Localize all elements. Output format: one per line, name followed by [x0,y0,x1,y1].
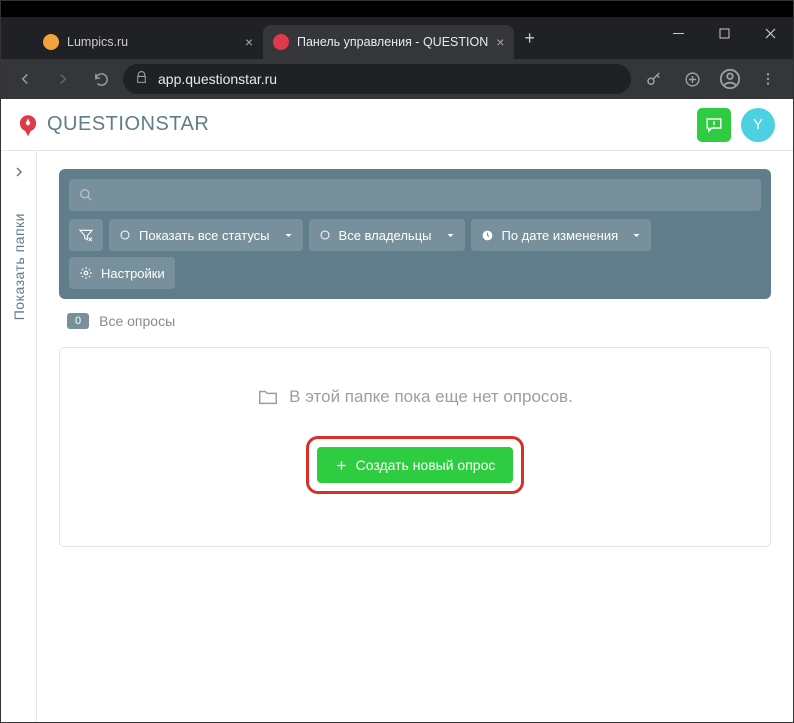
circle-icon [119,229,131,241]
caret-down-icon [446,231,455,240]
filter-settings-button[interactable]: Настройки [69,257,175,289]
owner-filter-label: Все владельцы [339,228,432,243]
caret-down-icon [284,231,293,240]
maximize-button[interactable] [701,17,747,49]
plus-icon [335,459,348,472]
filter-off-icon [78,227,94,243]
close-window-button[interactable] [747,17,793,49]
survey-count-badge: 0 [67,313,89,329]
address-bar[interactable]: app.questionstar.ru [123,64,631,94]
owner-filter[interactable]: Все владельцы [309,219,465,251]
extensions-icon[interactable] [675,62,709,96]
gear-icon [79,266,93,280]
logo[interactable]: QUESTIONSTAR [15,112,209,138]
browser-tab-strip: Lumpics.ru × Панель управления - QUESTIO… [1,17,793,59]
new-tab-button[interactable]: + [514,28,545,49]
menu-icon[interactable] [751,62,785,96]
create-survey-button[interactable]: Создать новый опрос [317,447,514,483]
app-header: QUESTIONSTAR Y [1,99,793,151]
reload-button[interactable] [85,63,117,95]
folder-header: 0 Все опросы [59,299,771,337]
search-row[interactable] [69,179,761,211]
key-icon[interactable] [637,62,671,96]
url-text: app.questionstar.ru [158,71,277,87]
sidebar-rail: Показать папки [1,151,37,722]
chat-icon [705,116,723,134]
tab-title: Панель управления - QUESTION [297,35,488,49]
avatar[interactable]: Y [741,108,775,142]
back-button[interactable] [9,63,41,95]
chevron-right-icon [13,166,25,178]
profile-icon[interactable] [713,62,747,96]
favicon [273,34,289,50]
expand-sidebar-button[interactable] [7,159,31,189]
folder-name: Все опросы [99,313,175,329]
filter-panel: Показать все статусы Все владельцы По да… [59,169,771,299]
window-titlebar [1,1,793,17]
search-input[interactable] [101,188,751,203]
empty-state: В этой папке пока еще нет опросов. Созда… [59,347,771,547]
status-filter[interactable]: Показать все статусы [109,219,303,251]
status-filter-label: Показать все статусы [139,228,270,243]
clock-icon [481,229,494,242]
forward-button[interactable] [47,63,79,95]
sidebar-label[interactable]: Показать папки [11,213,27,320]
browser-tab[interactable]: Lumpics.ru × [33,25,263,59]
clear-filters-button[interactable] [69,219,103,251]
minimize-button[interactable] [655,17,701,49]
favicon [43,34,59,50]
sort-filter-label: По дате изменения [502,228,619,243]
logo-icon [15,112,41,138]
main-content: Показать все статусы Все владельцы По да… [37,151,793,722]
lock-icon [135,71,148,87]
caret-down-icon [632,231,641,240]
close-tab-icon[interactable]: × [496,34,504,50]
highlight-frame: Создать новый опрос [306,436,525,494]
feedback-button[interactable] [697,108,731,142]
sort-filter[interactable]: По дате изменения [471,219,652,251]
empty-text: В этой папке пока еще нет опросов. [289,387,573,407]
tab-title: Lumpics.ru [67,35,237,49]
circle-icon [319,229,331,241]
search-icon [79,188,93,202]
folder-icon [257,386,279,408]
browser-toolbar: app.questionstar.ru [1,59,793,99]
close-tab-icon[interactable]: × [245,34,253,50]
create-survey-label: Создать новый опрос [356,457,496,473]
browser-tab[interactable]: Панель управления - QUESTION × [263,25,514,59]
brand-text: QUESTIONSTAR [47,113,209,136]
avatar-letter: Y [753,116,763,133]
filter-settings-label: Настройки [101,266,165,281]
